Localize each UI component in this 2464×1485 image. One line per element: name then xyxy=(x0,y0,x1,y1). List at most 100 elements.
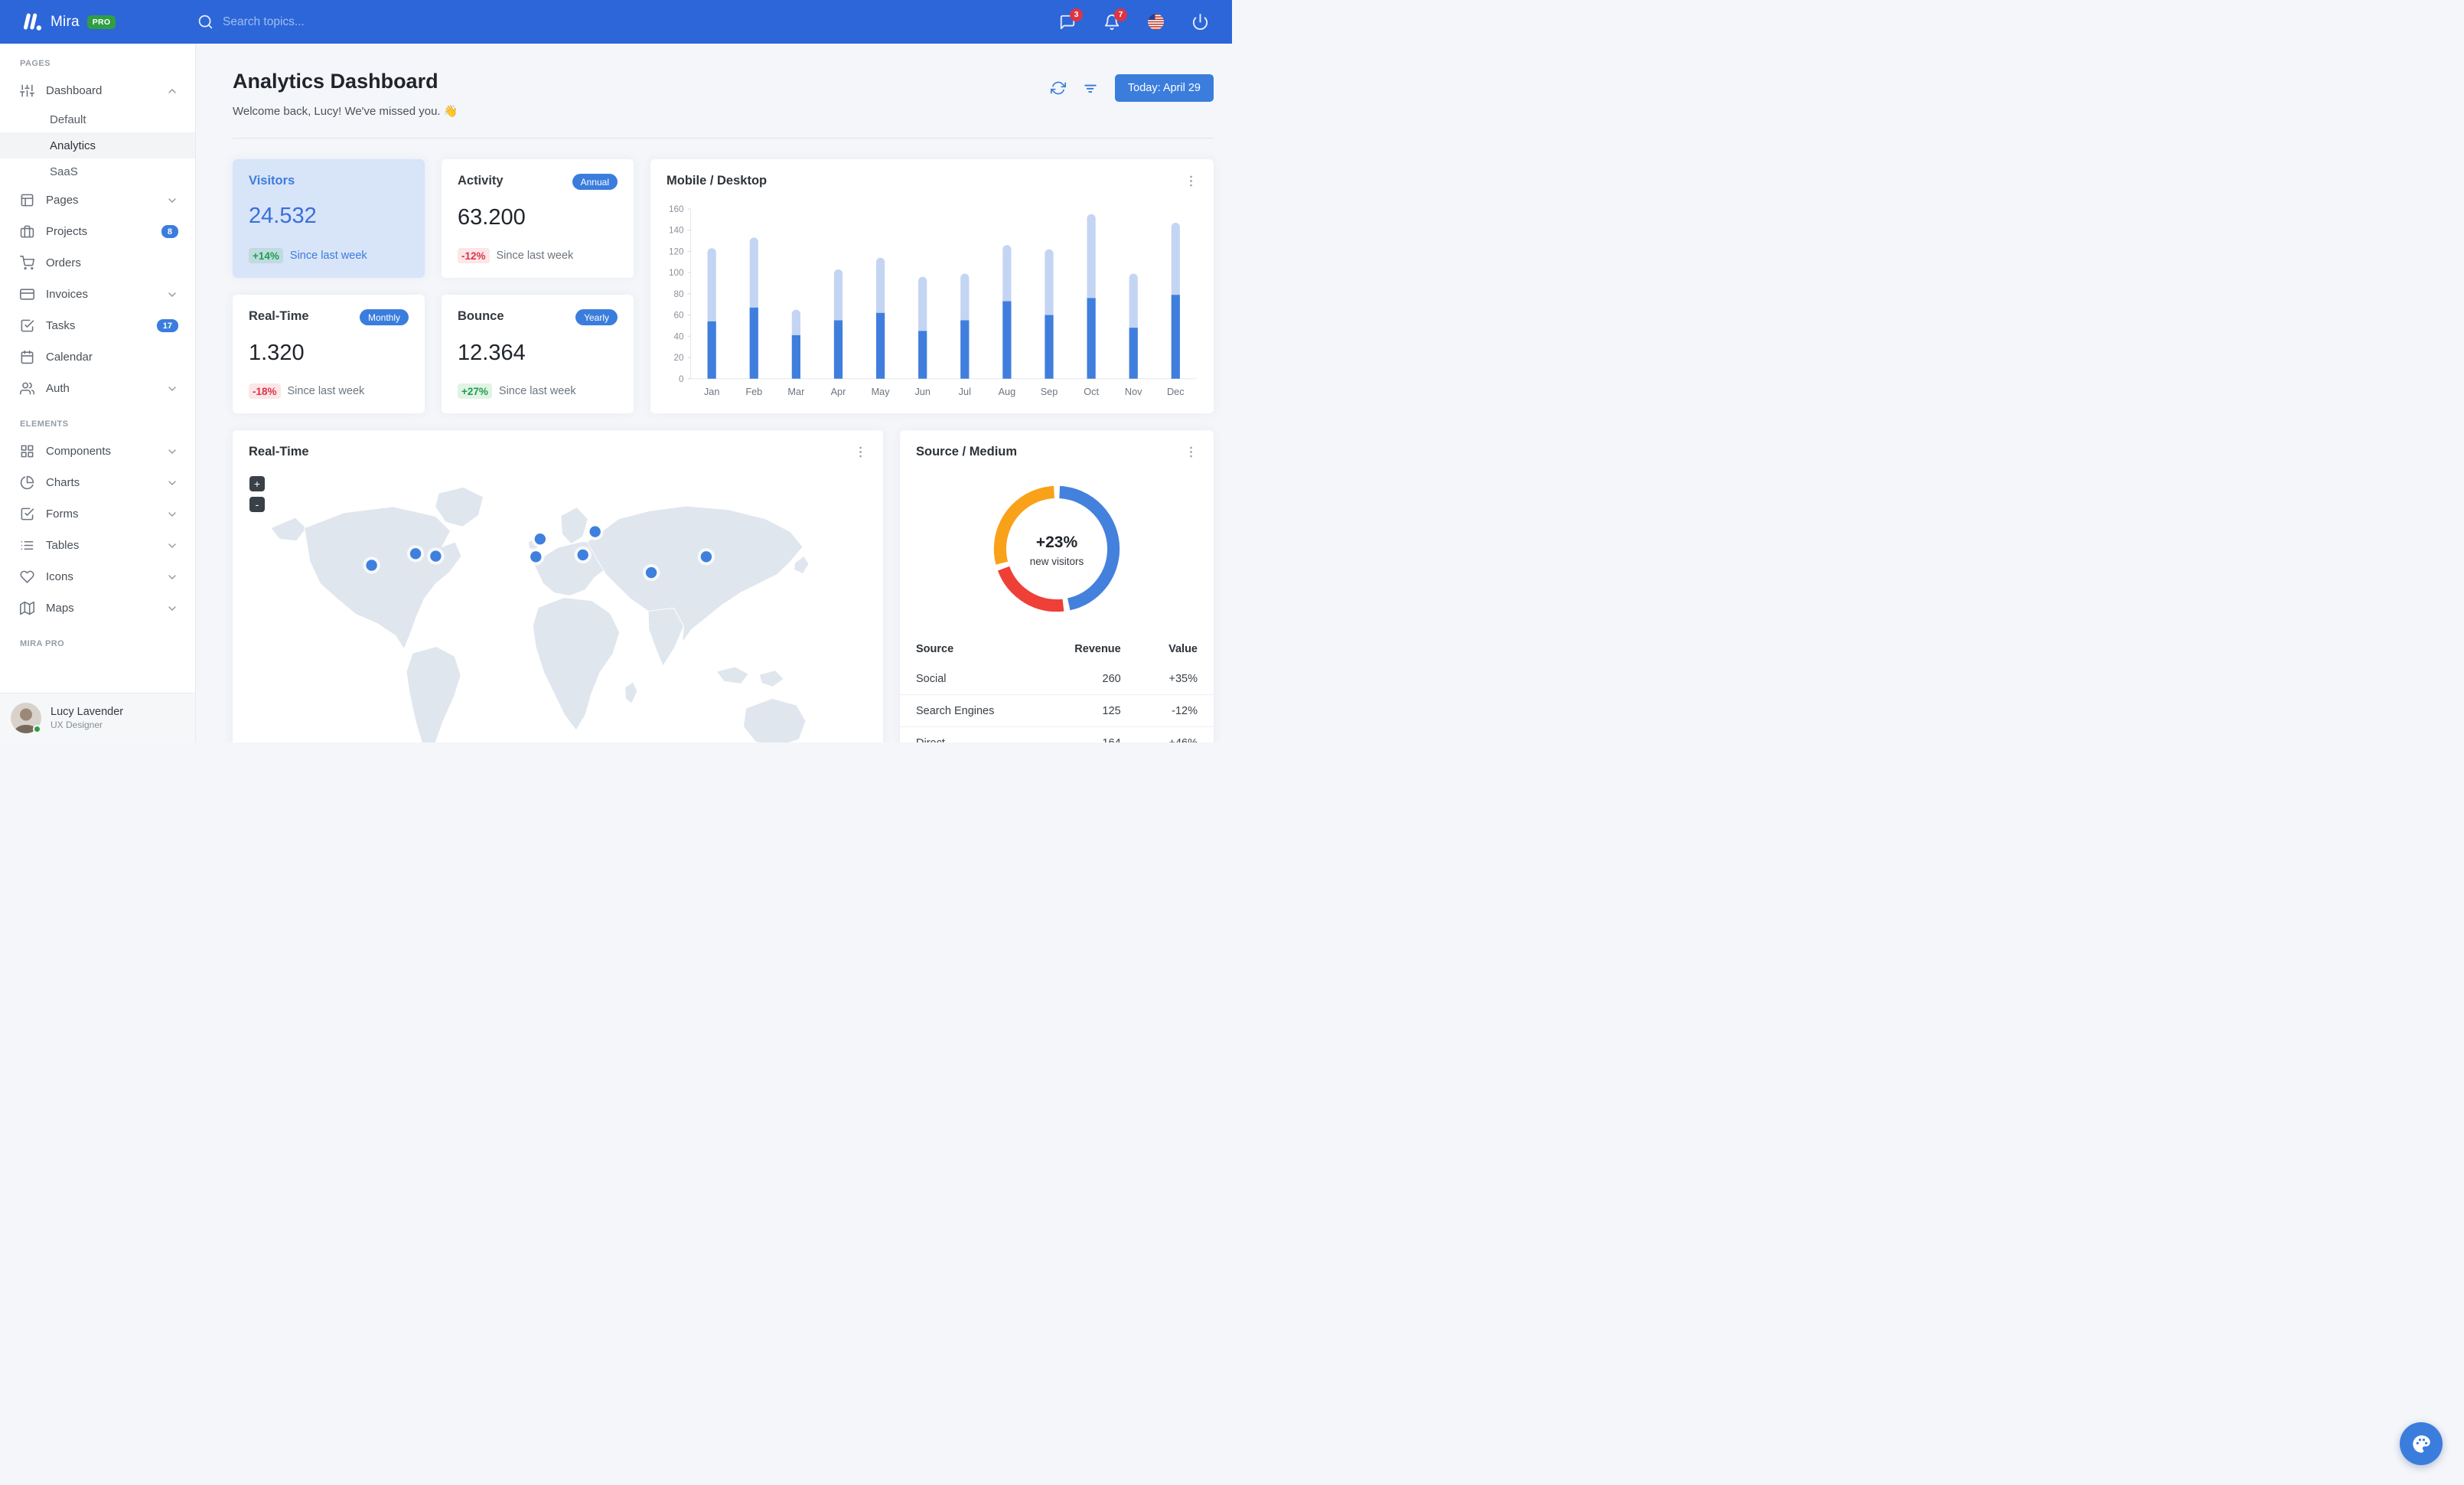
cell-source: Direct xyxy=(900,726,1039,742)
cell-source: Social xyxy=(916,672,947,685)
layout-icon xyxy=(20,193,34,207)
sidebar-item-label: Forms xyxy=(46,508,79,521)
messages-button[interactable]: 3 xyxy=(1059,8,1083,31)
svg-text:May: May xyxy=(872,386,891,397)
more-vertical-icon xyxy=(1184,174,1198,188)
map-marker[interactable] xyxy=(409,548,422,560)
cell-revenue: 164 xyxy=(1038,726,1137,742)
svg-text:Jan: Jan xyxy=(704,386,719,397)
sidebar-item-orders[interactable]: Orders xyxy=(0,247,195,279)
bar-chart: 0 20 40 60 80 100 120 140 160 Jan Feb Mar Apr May Jun J… xyxy=(669,204,1197,397)
sidebar-item-maps[interactable]: Maps xyxy=(0,592,195,624)
map-marker[interactable] xyxy=(589,526,601,537)
calendar-icon xyxy=(20,350,34,364)
svg-text:140: 140 xyxy=(669,226,684,236)
map-menu-button[interactable] xyxy=(853,445,868,459)
date-button[interactable]: Today: April 29 xyxy=(1114,74,1214,102)
svg-text:Aug: Aug xyxy=(999,386,1016,397)
sidebar-subitem-saas[interactable]: SaaS xyxy=(0,158,195,184)
map-icon xyxy=(20,601,34,615)
chevron-down-icon xyxy=(166,571,178,583)
table-row-search-engines: Search Engines 125 -12% xyxy=(900,694,1214,727)
realtime-map-card: Real-Time + - xyxy=(233,430,883,742)
sidebar-item-components[interactable]: Components xyxy=(0,436,195,467)
chart-menu-button[interactable] xyxy=(1184,174,1198,188)
source-menu-button[interactable] xyxy=(1184,445,1198,459)
period-badge[interactable]: Yearly xyxy=(575,309,618,325)
sidebar-item-label: Invoices xyxy=(46,288,89,301)
notifications-button[interactable]: 7 xyxy=(1103,8,1127,31)
sidebar-item-projects[interactable]: Projects 8 xyxy=(0,216,195,247)
svg-text:40: 40 xyxy=(673,331,684,341)
more-vertical-icon xyxy=(1184,445,1198,459)
brand[interactable]: Mira PRO xyxy=(20,11,197,32)
sidebar-item-forms[interactable]: Forms xyxy=(0,498,195,530)
mobile-desktop-chart-card: Mobile / Desktop 0 20 40 60 80 100 120 140 160 Ja… xyxy=(650,159,1214,413)
cell-value: +46% xyxy=(1136,726,1214,742)
sidebar-item-label: Calendar xyxy=(46,351,93,364)
stat-card-real-time: Real-Time Monthly 1.320 -18% Since last week xyxy=(233,295,425,413)
sidebar-item-calendar[interactable]: Calendar xyxy=(0,341,195,373)
stat-title: Activity xyxy=(458,174,504,188)
stat-caption: Since last week xyxy=(287,385,365,397)
period-badge[interactable]: Monthly xyxy=(359,309,409,325)
zoom-out-button[interactable]: - xyxy=(249,497,265,512)
map-marker[interactable] xyxy=(530,551,542,563)
chevron-down-icon xyxy=(166,445,178,458)
check-square-icon xyxy=(20,507,34,521)
language-button[interactable] xyxy=(1148,14,1164,30)
svg-text:Dec: Dec xyxy=(1167,386,1185,397)
svg-text:80: 80 xyxy=(673,289,684,299)
map-marker[interactable] xyxy=(700,551,712,563)
sidebar-item-auth[interactable]: Auth xyxy=(0,373,195,404)
sidebar-item-invoices[interactable]: Invoices xyxy=(0,279,195,310)
sidebar-user[interactable]: Lucy Lavender UX Designer xyxy=(0,693,195,742)
source-table: Source Revenue Value Social 260 +35% Search E… xyxy=(900,635,1214,742)
sidebar-section-label-mira-pro: MIRA PRO xyxy=(20,639,65,648)
filter-button[interactable] xyxy=(1083,80,1098,96)
svg-text:Apr: Apr xyxy=(831,386,847,397)
stat-caption: Since last week xyxy=(496,250,574,262)
theme-palette-fab[interactable] xyxy=(2400,1422,2443,1465)
sidebar-item-pages[interactable]: Pages xyxy=(0,184,195,216)
svg-text:Mar: Mar xyxy=(787,386,805,397)
check-square-icon xyxy=(20,318,34,333)
sidebar-item-charts[interactable]: Charts xyxy=(0,467,195,498)
stat-delta-badge: -12% xyxy=(458,248,490,263)
refresh-button[interactable] xyxy=(1050,80,1066,96)
filter-icon xyxy=(1083,80,1098,96)
sidebar-item-tasks[interactable]: Tasks 17 xyxy=(0,310,195,341)
search-input[interactable] xyxy=(223,15,452,29)
top-navbar: Mira PRO 3 7 xyxy=(0,0,1232,44)
logout-button[interactable] xyxy=(1191,13,1209,31)
page-subtitle: Welcome back, Lucy! We've missed you. 👋 xyxy=(233,105,458,118)
sidebar-item-label: Auth xyxy=(46,382,70,395)
sliders-icon xyxy=(20,83,34,98)
chart-title: Mobile / Desktop xyxy=(667,174,768,188)
map-marker[interactable] xyxy=(534,533,546,545)
sidebar-item-tables[interactable]: Tables xyxy=(0,530,195,561)
us-flag-icon xyxy=(1148,14,1164,30)
user-name: Lucy Lavender xyxy=(51,706,124,718)
zoom-in-button[interactable]: + xyxy=(249,476,265,491)
stat-value: 24.532 xyxy=(249,204,317,228)
sidebar-section-label-elements: ELEMENTS xyxy=(20,419,69,429)
map-marker[interactable] xyxy=(366,560,377,571)
refresh-icon xyxy=(1050,80,1066,96)
map-marker[interactable] xyxy=(577,549,588,561)
map-marker[interactable] xyxy=(645,566,657,579)
map-marker[interactable] xyxy=(430,550,442,562)
table-header-revenue: Revenue xyxy=(1074,643,1121,655)
chevron-down-icon xyxy=(166,383,178,395)
sidebar-subitem-default[interactable]: Default xyxy=(0,106,195,132)
heart-icon xyxy=(20,570,34,584)
navbar-search xyxy=(197,14,1059,30)
sidebar-item-dashboard[interactable]: Dashboard xyxy=(0,75,195,106)
sidebar-item-label: Components xyxy=(46,445,112,458)
main-content: Analytics Dashboard Welcome back, Lucy! … xyxy=(196,44,1232,742)
sidebar-subitem-analytics[interactable]: Analytics xyxy=(0,132,195,158)
period-badge[interactable]: Annual xyxy=(572,174,618,190)
sidebar-item-icons[interactable]: Icons xyxy=(0,561,195,592)
stat-caption: Since last week xyxy=(289,250,367,262)
svg-text:Feb: Feb xyxy=(745,386,762,397)
